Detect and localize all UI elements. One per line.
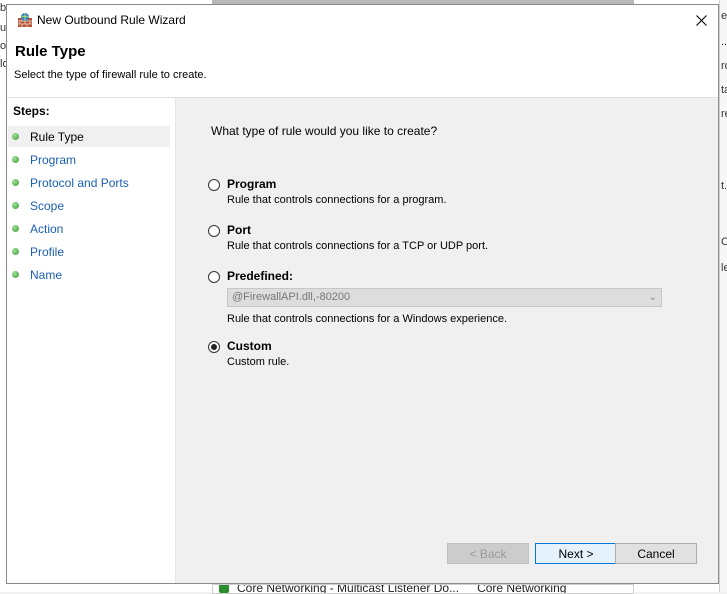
firewall-icon <box>18 13 32 27</box>
step-name[interactable]: Name <box>8 264 170 285</box>
background-right-text: t. <box>721 180 727 192</box>
background-right-text: O <box>721 236 727 248</box>
wizard-header: Rule Type Select the type of firewall ru… <box>7 35 718 98</box>
background-right-text: ro <box>721 60 727 72</box>
background-right-text: ta <box>721 84 727 96</box>
step-program[interactable]: Program <box>8 149 170 170</box>
step-action[interactable]: Action <box>8 218 170 239</box>
option-description: Rule that controls connections for a pro… <box>227 194 447 206</box>
background-right-text: re <box>721 108 727 120</box>
close-icon <box>695 14 707 26</box>
custom-radio[interactable] <box>208 341 220 353</box>
steps-panel: Steps: Rule Type Program Protocol and Po… <box>7 98 176 583</box>
page-title: Rule Type <box>15 43 86 60</box>
cancel-button[interactable]: Cancel <box>615 543 697 564</box>
step-protocol-and-ports[interactable]: Protocol and Ports <box>8 172 170 193</box>
option-description: Custom rule. <box>227 356 290 368</box>
background-right-text: le <box>721 262 727 274</box>
step-label[interactable]: Scope <box>30 199 64 213</box>
step-label[interactable]: Program <box>30 153 76 167</box>
window-title: New Outbound Rule Wizard <box>37 13 186 27</box>
step-status-dot-icon <box>12 179 19 186</box>
background-right-text: es <box>721 10 727 22</box>
background-rule-list: Core Networking - Multicast Listener Do.… <box>212 584 634 594</box>
step-label[interactable]: Profile <box>30 245 64 259</box>
step-status-dot-icon <box>12 133 19 140</box>
close-button[interactable] <box>684 5 718 35</box>
step-label[interactable]: Action <box>30 222 63 236</box>
rule-type-question: What type of rule would you like to crea… <box>211 124 438 138</box>
steps-heading: Steps: <box>13 104 50 118</box>
chevron-down-icon: ⌄ <box>648 292 657 303</box>
step-rule-type: Rule Type <box>8 126 170 147</box>
background-right-text: ... <box>721 36 727 48</box>
back-button[interactable]: < Back <box>447 543 529 564</box>
next-button[interactable]: Next > <box>535 543 617 564</box>
port-radio[interactable] <box>208 225 220 237</box>
step-status-dot-icon <box>12 271 19 278</box>
step-status-dot-icon <box>12 225 19 232</box>
option-label[interactable]: Port <box>227 223 251 237</box>
option-description: Rule that controls connections for a TCP… <box>227 240 489 252</box>
page-description: Select the type of firewall rule to crea… <box>14 69 207 81</box>
background-right-strip: es ... ro ta re t. O le <box>719 0 727 592</box>
background-rule-group: Core Networking <box>477 584 567 594</box>
option-label[interactable]: Program <box>227 177 276 191</box>
wizard-dialog: New Outbound Rule Wizard Rule Type Selec… <box>6 4 719 584</box>
background-rule-name: Core Networking - Multicast Listener Do.… <box>237 584 460 594</box>
step-label[interactable]: Name <box>30 268 62 282</box>
option-label[interactable]: Custom <box>227 339 272 353</box>
step-label: Rule Type <box>30 129 84 144</box>
step-status-dot-icon <box>12 248 19 255</box>
step-label[interactable]: Protocol and Ports <box>30 176 129 190</box>
option-description: Rule that controls connections for a Win… <box>227 313 508 325</box>
step-status-dot-icon <box>12 202 19 209</box>
predefined-select-value: @FirewallAPI.dll,-80200 <box>232 291 351 303</box>
background-rule-row: Core Networking - Multicast Listener Do.… <box>219 584 567 594</box>
predefined-radio[interactable] <box>208 271 220 283</box>
step-status-dot-icon <box>12 156 19 163</box>
option-label[interactable]: Predefined: <box>227 269 293 283</box>
program-radio[interactable] <box>208 179 220 191</box>
step-profile[interactable]: Profile <box>8 241 170 262</box>
main-content: What type of rule would you like to crea… <box>176 98 718 583</box>
step-scope[interactable]: Scope <box>8 195 170 216</box>
title-bar[interactable]: New Outbound Rule Wizard <box>7 5 718 35</box>
predefined-select: @FirewallAPI.dll,-80200 ⌄ <box>227 288 662 307</box>
